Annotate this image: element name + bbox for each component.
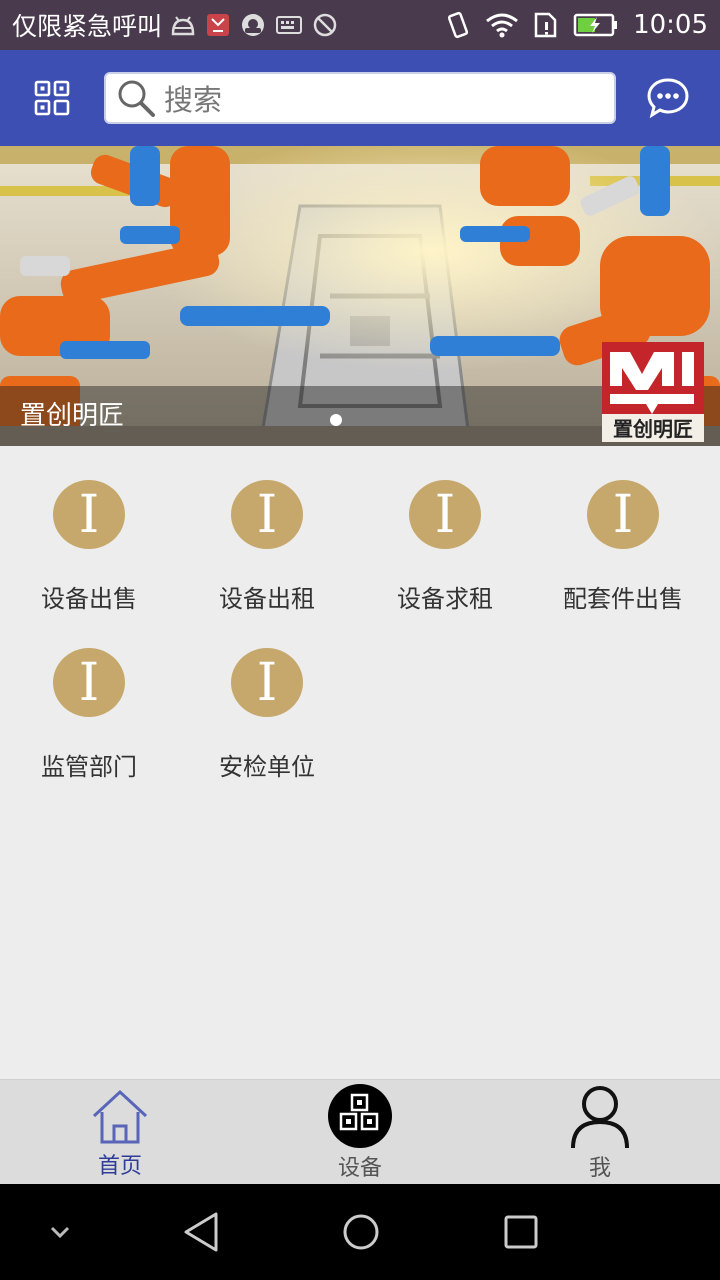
search-icon [118,80,155,117]
category-label: 设备出租 [219,585,315,613]
collapse-icon[interactable] [48,1210,72,1254]
search-placeholder: 搜索 [164,83,223,117]
status-notification-icons [170,12,338,38]
tab-device[interactable]: 设备 [240,1080,480,1185]
carrier-text: 仅限紧急呼叫 [12,12,163,41]
location-off-icon [313,13,337,37]
status-bar: 仅限紧急呼叫 10:05 [0,0,720,50]
android-debug-icon [171,16,195,36]
recents-icon[interactable] [502,1210,542,1254]
clock: 10:05 [633,10,708,40]
status-system-icons: 10:05 [445,10,708,40]
bottom-tab-bar: 首页 设备 我 [0,1079,720,1184]
qr-scan-icon[interactable] [34,80,70,116]
category-label: 安检单位 [219,753,315,781]
search-input[interactable]: 搜索 [104,72,616,124]
keyboard-icon [276,16,303,34]
category-item[interactable]: I 设备求租 [356,446,534,614]
tab-me-label: 我 [588,1156,611,1181]
category-icon: I [53,648,125,717]
tab-home[interactable]: 首页 [0,1080,240,1185]
tab-home-label: 首页 [97,1154,142,1179]
home-icon [92,1089,148,1144]
banner-caption: 置创明匠 [20,401,125,431]
brand-logo: 置创明匠 [602,342,704,442]
category-item[interactable]: I 监管部门 [0,614,178,782]
support-headset-icon [242,14,265,36]
sim-alert-icon [534,12,557,38]
banner-carousel[interactable]: 置创明匠 置创明匠 [0,146,720,446]
profile-icon [571,1086,629,1148]
category-icon: I [409,480,481,549]
category-item[interactable]: I 设备出租 [178,446,356,614]
category-icon: I [231,648,303,717]
battery-charging-icon [573,13,618,37]
tab-device-label: 设备 [337,1156,382,1181]
category-icon: I [587,480,659,549]
category-label: 设备求租 [397,585,493,613]
message-icon[interactable] [646,77,690,119]
app-header: 搜索 [0,50,720,146]
carousel-indicator-dot[interactable] [330,414,342,426]
system-navigation-bar [0,1184,720,1280]
category-label: 设备出售 [41,585,137,613]
category-label: 监管部门 [41,753,137,781]
category-icon: I [53,480,125,549]
category-item[interactable]: I 安检单位 [178,614,356,782]
home-circle-icon[interactable] [339,1210,383,1254]
vibrate-icon [447,11,469,39]
tab-me[interactable]: 我 [480,1080,720,1185]
category-item[interactable]: I 配套件出售 [534,446,712,614]
back-icon[interactable] [182,1210,222,1254]
brand-logo-text: 置创明匠 [613,417,693,441]
wifi-icon [486,13,518,38]
category-item[interactable]: I 设备出售 [0,446,178,614]
notification-app-icon [207,14,230,36]
category-label: 配套件出售 [563,585,683,613]
device-grid-icon [328,1084,392,1148]
category-icon: I [231,480,303,549]
